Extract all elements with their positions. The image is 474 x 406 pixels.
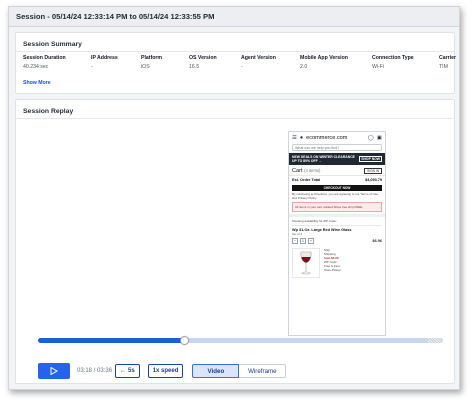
col-label: Carrier [439, 55, 457, 61]
timeline-unavailable [428, 338, 443, 343]
summary-col-platform: Platform iOS [141, 55, 189, 70]
col-value: 2.0 [300, 64, 308, 70]
show-more-link[interactable]: Show More [23, 80, 51, 86]
wireframe-mode-button[interactable]: Wireframe [239, 364, 287, 378]
phone-order-total: Est. Order Total $4,093.79 [289, 176, 385, 184]
total-value: $4,093.79 [365, 178, 382, 182]
timeline-scrubber[interactable] [179, 336, 189, 345]
col-label: Mobile App Version [300, 55, 348, 61]
cart-icon: ▣ [376, 134, 382, 141]
phone-fulfillment-options: Ship Shipping Sale $6.96 ZIP Code Free &… [324, 248, 341, 278]
speed-label: 1x speed [152, 368, 179, 374]
col-value: TIM [439, 64, 448, 70]
skip-back-label: 5s [128, 368, 135, 374]
summary-col-agent-version: Agent Version - [241, 55, 300, 70]
session-replay-card: Session Replay ☰ ● ecommerce.com ◯ ▣ Wha… [15, 99, 455, 384]
phone-fine-print: By continuing to Checkout, you are agree… [292, 192, 378, 200]
banner-cta: SHOP NOW [359, 156, 382, 162]
col-label: Agent Version [241, 55, 276, 61]
replay-title: Session Replay [23, 108, 74, 115]
col-value: iOS [141, 64, 150, 70]
total-label: Est. Order Total [292, 178, 321, 182]
qty-value: 1 [300, 238, 306, 245]
skip-back-button[interactable]: ← 5s [115, 364, 140, 378]
user-icon: ◯ [367, 134, 374, 141]
phone-zip: Showing availability for ZIP Code: [292, 219, 337, 224]
phone-banner: NEW DEALS ON WINTER CLEARANCE UP TO 80% … [289, 153, 385, 165]
phone-qty-row: − 1 + $6.96 [289, 236, 385, 246]
summary-columns: Session Duration 40.234 sec IP Address -… [23, 55, 456, 70]
replay-controls: 03:18 / 03:36 ← 5s 1x speed Video Wirefr… [38, 363, 287, 379]
cart-title: Cart [292, 168, 303, 174]
location-pin-icon: ● [299, 134, 304, 141]
summary-col-ip: IP Address - [91, 55, 141, 70]
col-value: 40.234 sec [23, 64, 49, 70]
col-label: Session Duration [23, 55, 66, 61]
replay-timeline[interactable] [38, 338, 443, 343]
col-label: IP Address [91, 55, 118, 61]
summary-col-app-version: Mobile App Version 2.0 [300, 55, 372, 70]
replay-phone-screen: ☰ ● ecommerce.com ◯ ▣ What can we help y… [288, 131, 386, 336]
menu-icon: ☰ [292, 134, 297, 141]
phone-cart-header: Cart (4 items) SIGN IN [289, 165, 385, 176]
col-label: OS Version [189, 55, 217, 61]
speed-button[interactable]: 1x speed [147, 364, 184, 378]
phone-search: What can we help you find? [292, 144, 382, 151]
phone-url-bar: ☰ ● ecommerce.com ◯ ▣ [289, 132, 385, 143]
col-label: Connection Type [372, 55, 414, 61]
summary-col-connection: Connection Type Wi-Fi [372, 55, 439, 70]
col-value: Wi-Fi [372, 64, 385, 70]
banner-line: UP TO 80% OFF → [292, 159, 323, 163]
session-title: Session - 05/14/24 12:33:14 PM to 05/14/… [9, 7, 459, 27]
plus-icon: + [308, 238, 314, 245]
phone-separator [289, 214, 385, 218]
play-icon [50, 367, 58, 375]
col-value: - [241, 64, 243, 70]
summary-col-carrier: Carrier TIM [439, 55, 456, 70]
view-mode-toggle: Video Wireframe [192, 364, 287, 378]
summary-col-os-version: OS Version 16.5 [189, 55, 241, 70]
option-text: Store Pickup [324, 268, 342, 273]
col-value: - [91, 64, 93, 70]
arrow-left-icon: ← [120, 368, 126, 374]
phone-url: ecommerce.com [306, 134, 348, 141]
phone-alert: All items in your cart marked Ships free… [292, 202, 382, 213]
wine-glass-icon [292, 248, 320, 279]
col-value: 16.5 [189, 64, 200, 70]
session-window: Session - 05/14/24 12:33:14 PM to 05/14/… [8, 6, 460, 390]
video-mode-button[interactable]: Video [192, 364, 240, 378]
summary-title: Session Summary [23, 41, 82, 48]
session-summary-card: Session Summary Session Duration 40.234 … [15, 32, 456, 94]
play-button[interactable] [38, 363, 70, 379]
summary-col-duration: Session Duration 40.234 sec [23, 55, 91, 70]
phone-divider [292, 225, 382, 227]
phone-item-detail: Ship Shipping Sale $6.96 ZIP Code Free &… [289, 246, 385, 280]
replay-divider [16, 118, 454, 119]
minus-icon: − [292, 238, 298, 245]
summary-divider [16, 51, 454, 52]
cart-count: (4 items) [304, 168, 321, 173]
phone-sign-in: SIGN IN [364, 168, 382, 174]
playback-time: 03:18 / 03:36 [77, 368, 113, 374]
timeline-played [38, 338, 184, 343]
col-label: Platform [141, 55, 163, 61]
phone-checkout-button: CHECKOUT NOW [292, 185, 382, 191]
phone-price: $6.96 [372, 239, 382, 244]
